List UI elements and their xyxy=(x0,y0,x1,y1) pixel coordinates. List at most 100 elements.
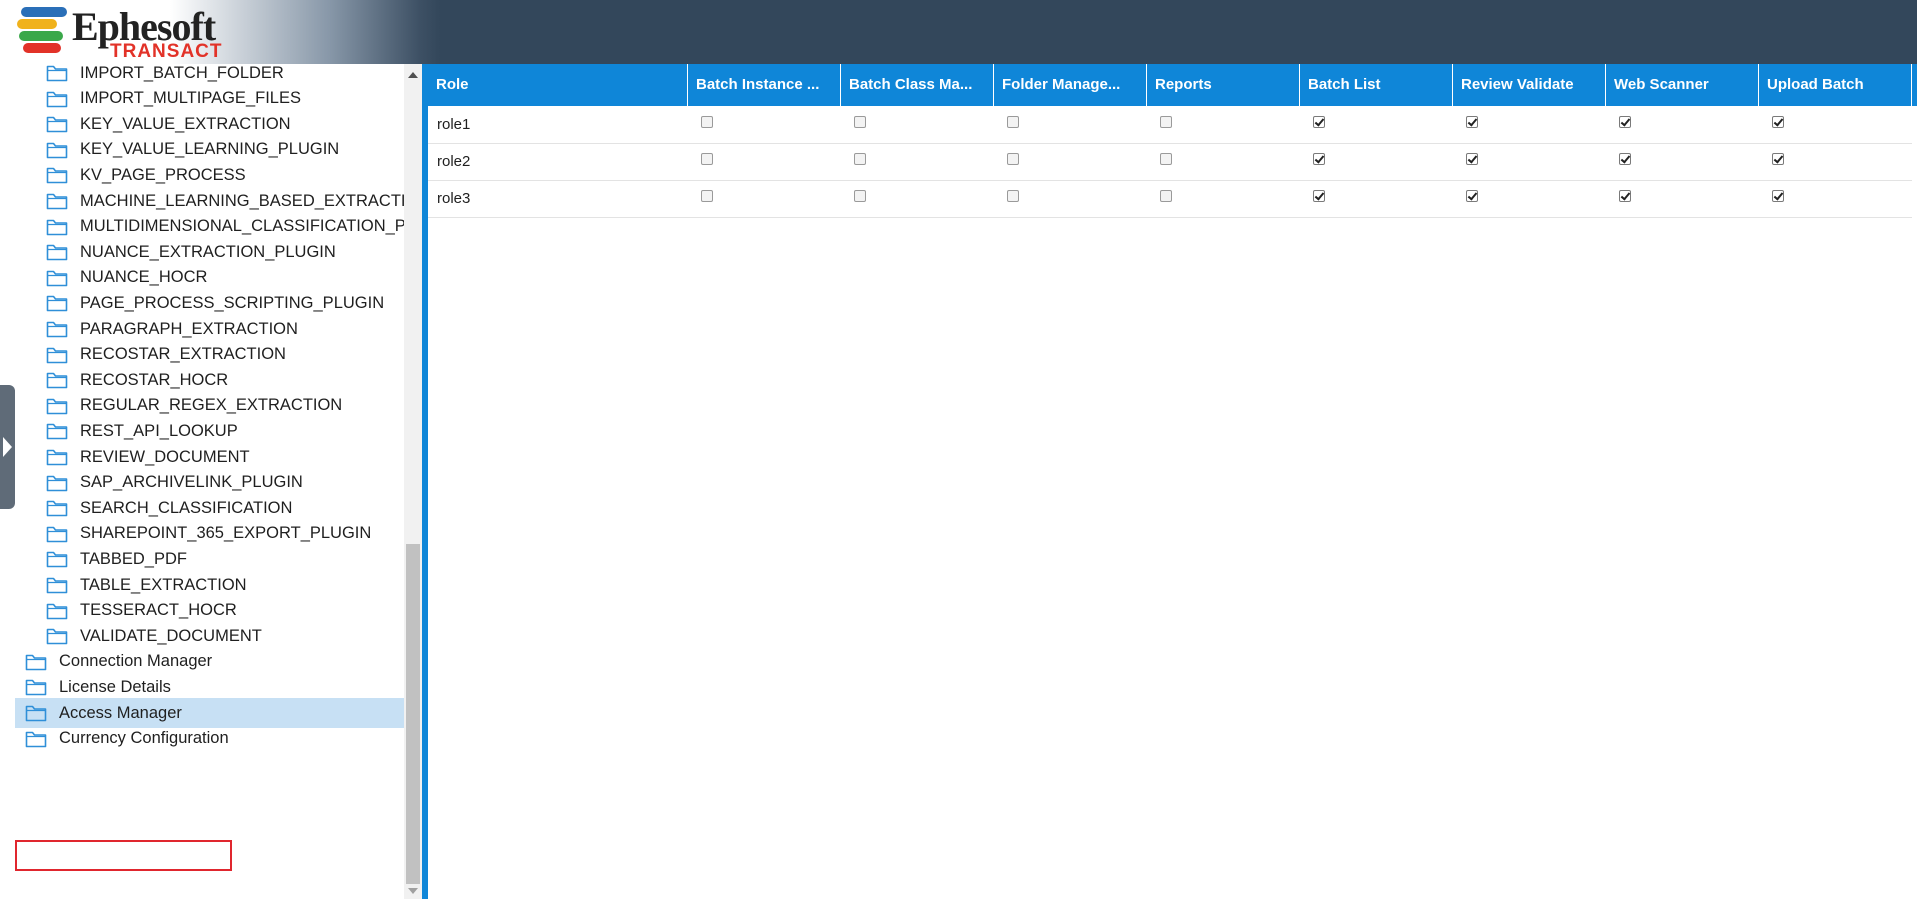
scrollbar-thumb[interactable] xyxy=(406,544,420,884)
permission-checkbox[interactable] xyxy=(1007,116,1019,128)
tree-item-label: RECOSTAR_HOCR xyxy=(80,370,229,389)
permission-checkbox[interactable] xyxy=(1160,116,1172,128)
folder-icon xyxy=(25,653,47,671)
ephesoft-logo[interactable]: Ephesoft TRANSACT xyxy=(14,5,254,62)
tree-item-label: VALIDATE_DOCUMENT xyxy=(80,626,262,645)
folder-icon xyxy=(46,499,68,517)
permission-checkbox[interactable] xyxy=(701,190,713,202)
tree-item-label: PAGE_PROCESS_SCRIPTING_PLUGIN xyxy=(80,293,385,312)
tree-item-label: KV_PAGE_PROCESS xyxy=(80,165,246,184)
tree-item-label: REST_API_LOOKUP xyxy=(80,421,238,440)
logo-mark xyxy=(17,7,67,55)
folder-icon xyxy=(46,192,68,210)
folder-icon xyxy=(46,346,68,364)
column-header[interactable]: Web Scanner xyxy=(1606,64,1759,106)
permission-checkbox[interactable] xyxy=(1160,153,1172,165)
permission-checkbox[interactable] xyxy=(1466,153,1478,165)
column-header[interactable]: Batch List xyxy=(1300,64,1453,106)
tree-item-label: IMPORT_MULTIPAGE_FILES xyxy=(80,89,301,108)
folder-icon xyxy=(46,243,68,261)
tree-item-label: MACHINE_LEARNING_BASED_EXTRACTI xyxy=(80,191,406,210)
folder-icon xyxy=(46,218,68,236)
tree-item-label: SEARCH_CLASSIFICATION xyxy=(80,498,293,517)
app-header: Ephesoft TRANSACT xyxy=(0,0,1917,64)
expand-side-panel-button[interactable] xyxy=(0,385,15,509)
tree-item-label: SHAREPOINT_365_EXPORT_PLUGIN xyxy=(80,524,372,543)
permission-checkbox[interactable] xyxy=(1466,116,1478,128)
folder-icon xyxy=(46,627,68,645)
column-header[interactable]: Folder Manage... xyxy=(994,64,1147,106)
access-manager-grid: Role Batch Instance ... Batch Class Ma... F… xyxy=(428,64,1917,899)
scroll-up-arrow-icon[interactable] xyxy=(408,72,418,78)
folder-icon xyxy=(46,525,68,543)
grid-header: Role Batch Instance ... Batch Class Ma... F… xyxy=(428,64,1917,106)
table-row[interactable]: role1 xyxy=(428,106,1912,144)
folder-icon xyxy=(25,704,47,722)
folder-icon xyxy=(46,422,68,440)
permission-checkbox[interactable] xyxy=(1313,190,1325,202)
folder-icon xyxy=(46,576,68,594)
tree-item-label: Currency Configuration xyxy=(59,729,229,748)
permission-checkbox[interactable] xyxy=(1772,116,1784,128)
permission-checkbox[interactable] xyxy=(1007,153,1019,165)
folder-icon xyxy=(46,320,68,338)
folder-icon xyxy=(46,166,68,184)
chevron-right-icon xyxy=(3,437,12,457)
column-header[interactable]: Role xyxy=(428,64,688,106)
permission-checkbox[interactable] xyxy=(1160,190,1172,202)
folder-icon xyxy=(46,141,68,159)
tree-item-label: TABBED_PDF xyxy=(80,549,187,568)
permission-checkbox[interactable] xyxy=(1007,190,1019,202)
tree-item-label: Connection Manager xyxy=(59,652,213,671)
permission-checkbox[interactable] xyxy=(1772,190,1784,202)
permission-checkbox[interactable] xyxy=(1313,153,1325,165)
permission-checkbox[interactable] xyxy=(701,153,713,165)
folder-icon xyxy=(46,602,68,620)
column-header[interactable]: Review Validate xyxy=(1453,64,1606,106)
table-row[interactable]: role2 xyxy=(428,143,1912,181)
permission-checkbox[interactable] xyxy=(1619,190,1631,202)
role-cell: role1 xyxy=(437,116,471,133)
tree-item-label: REGULAR_REGEX_EXTRACTION xyxy=(80,396,343,415)
tree-panel: IMPORT_BATCH_FOLDER IMPORT_MULTIPAGE_FILE… xyxy=(0,64,422,899)
tree-item-label: SAP_ARCHIVELINK_PLUGIN xyxy=(80,473,303,492)
tree-item-currency-configuration[interactable]: Currency Configuration xyxy=(25,724,395,754)
scroll-down-arrow-icon[interactable] xyxy=(408,888,418,894)
folder-icon xyxy=(46,64,68,82)
column-header[interactable]: Batch Class Ma... xyxy=(841,64,994,106)
tree-item-label: PARAGRAPH_EXTRACTION xyxy=(80,319,298,338)
tree-scrollbar[interactable] xyxy=(404,64,422,899)
column-header[interactable]: Batch Instance ... xyxy=(688,64,841,106)
column-header[interactable]: Upload Batch xyxy=(1759,64,1912,106)
table-row[interactable]: role3 xyxy=(428,180,1912,218)
column-header[interactable]: Reports xyxy=(1147,64,1300,106)
folder-icon xyxy=(46,294,68,312)
permission-checkbox[interactable] xyxy=(854,190,866,202)
permission-checkbox[interactable] xyxy=(854,153,866,165)
folder-icon xyxy=(46,90,68,108)
folder-icon xyxy=(46,397,68,415)
tree-item-label: RECOSTAR_EXTRACTION xyxy=(80,345,286,364)
logo-subtitle: TRANSACT xyxy=(110,41,223,62)
tree-item-label: License Details xyxy=(59,677,171,696)
permission-checkbox[interactable] xyxy=(1313,116,1325,128)
tree-item-label: TESSERACT_HOCR xyxy=(80,601,237,620)
tree-item-label: KEY_VALUE_EXTRACTION xyxy=(80,114,291,133)
tree-item-label: KEY_VALUE_LEARNING_PLUGIN xyxy=(80,140,340,159)
tree-item-label: NUANCE_HOCR xyxy=(80,268,208,287)
permission-checkbox[interactable] xyxy=(854,116,866,128)
folder-icon xyxy=(25,678,47,696)
permission-checkbox[interactable] xyxy=(1619,153,1631,165)
folder-icon xyxy=(46,115,68,133)
tree-item-label: IMPORT_BATCH_FOLDER xyxy=(80,64,284,82)
permission-checkbox[interactable] xyxy=(701,116,713,128)
role-cell: role3 xyxy=(437,190,471,207)
role-cell: role2 xyxy=(437,153,471,170)
permission-checkbox[interactable] xyxy=(1466,190,1478,202)
tree-item-label: MULTIDIMENSIONAL_CLASSIFICATION_P xyxy=(80,217,406,236)
permission-checkbox[interactable] xyxy=(1772,153,1784,165)
folder-icon xyxy=(46,448,68,466)
tree-item-label: Access Manager xyxy=(59,703,182,722)
permission-checkbox[interactable] xyxy=(1619,116,1631,128)
folder-icon xyxy=(46,550,68,568)
